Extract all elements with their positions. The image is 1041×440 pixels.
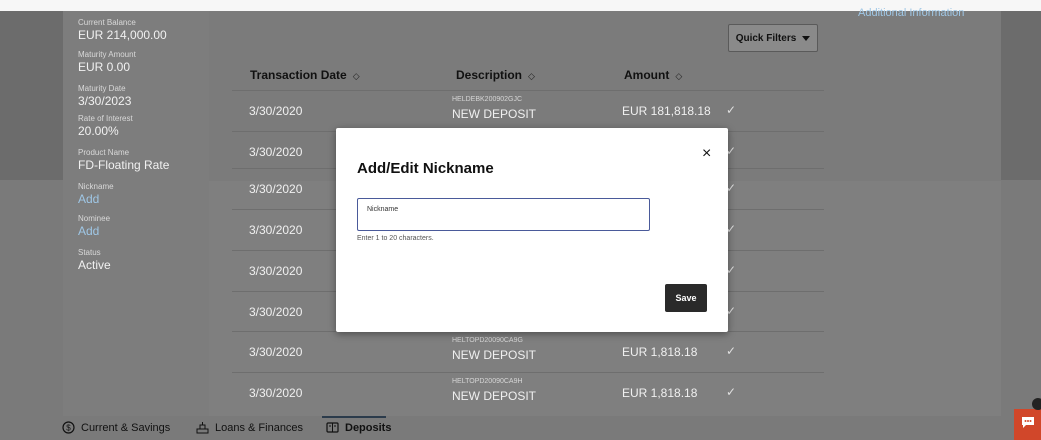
quick-filters-label: Quick Filters [735, 32, 797, 44]
summary-maturity-date: Maturity Date 3/30/2023 [78, 84, 131, 108]
cell-date: 3/30/2020 [249, 145, 303, 159]
cell-date: 3/30/2020 [249, 182, 303, 196]
cell-date: 3/30/2020 [249, 386, 303, 400]
header-label: Transaction Date [250, 68, 347, 82]
cell-date: 3/30/2020 [249, 345, 303, 359]
summary-label: Product Name [78, 148, 130, 157]
summary-rate-of-interest: Rate of Interest 20.00% [78, 114, 133, 138]
summary-label: Nickname [78, 182, 114, 191]
summary-status: Status Active [78, 248, 111, 272]
summary-value: Active [78, 258, 111, 272]
tab-loans-finances[interactable]: Loans & Finances [196, 421, 303, 434]
summary-value: 20.00% [78, 124, 119, 138]
nickname-input-placeholder: Nickname [367, 206, 399, 213]
table-row: 3/30/2020 HELTOPD20090CA9H NEW DEPOSIT E… [232, 372, 824, 412]
add-nominee-link[interactable]: Add [78, 224, 110, 238]
close-icon[interactable]: × [702, 146, 711, 162]
cell-description: NEW DEPOSIT [452, 389, 537, 403]
cell-date: 3/30/2020 [249, 264, 303, 278]
add-edit-nickname-dialog: Add/Edit Nickname × Nickname Enter 1 to … [336, 128, 728, 332]
summary-value: FD-Floating Rate [78, 158, 170, 172]
summary-current-balance: Current Balance EUR 214,000.00 [78, 18, 167, 42]
check-icon: ✓ [726, 103, 737, 117]
save-button[interactable]: Save [665, 284, 707, 312]
cell-date: 3/30/2020 [249, 223, 303, 237]
summary-label: Status [78, 248, 101, 257]
summary-label: Maturity Date [78, 84, 126, 93]
tab-label: Loans & Finances [215, 421, 304, 434]
tab-deposits[interactable]: Deposits [326, 421, 391, 434]
sort-icon: ◇ [675, 71, 683, 81]
quick-filters-button[interactable]: Quick Filters [728, 24, 818, 52]
summary-maturity-amount: Maturity Amount EUR 0.00 [78, 50, 136, 74]
caret-down-icon [802, 35, 811, 41]
table-row: 3/30/2020 HELTOPD20090CA9G NEW DEPOSIT E… [232, 331, 824, 371]
header-description[interactable]: Description ◇ [456, 68, 535, 82]
sort-icon: ◇ [528, 71, 535, 81]
summary-value: EUR 214,000.00 [78, 28, 167, 42]
cell-date: 3/30/2020 [249, 305, 303, 319]
active-tab-indicator [322, 416, 386, 418]
nickname-hint: Enter 1 to 20 characters. [357, 235, 434, 242]
summary-nickname: Nickname Add [78, 182, 114, 206]
tab-label: Current & Savings [81, 421, 171, 434]
sort-icon: ◇ [352, 71, 360, 81]
cell-description: NEW DEPOSIT [452, 348, 537, 362]
tab-label: Deposits [345, 421, 392, 434]
summary-label: Rate of Interest [78, 114, 133, 123]
table-row: 3/30/2020 HELDEBK200902GJC NEW DEPOSIT E… [232, 90, 824, 130]
cell-amount: EUR 181,818.18 [622, 104, 711, 118]
svg-text:$: $ [66, 423, 71, 432]
summary-label: Maturity Amount [78, 50, 136, 59]
summary-label: Current Balance [78, 18, 136, 27]
left-backdrop-lower [0, 180, 63, 440]
cell-reference: HELTOPD20090CA9G [452, 337, 523, 344]
cell-reference: HELTOPD20090CA9H [452, 378, 523, 385]
additional-information-link[interactable]: Additional Information [858, 7, 964, 19]
loans-icon [196, 421, 209, 434]
dialog-title: Add/Edit Nickname [357, 160, 494, 177]
notification-badge [1032, 398, 1041, 410]
add-nickname-link[interactable]: Add [78, 192, 114, 206]
cell-description: NEW DEPOSIT [452, 107, 537, 121]
nickname-input[interactable]: Nickname [357, 198, 650, 231]
chat-icon [1021, 416, 1035, 434]
header-label: Amount [624, 68, 670, 82]
currency-circle-icon: $ [62, 421, 75, 434]
chat-button[interactable] [1014, 409, 1041, 440]
header-amount[interactable]: Amount ◇ [624, 68, 682, 82]
summary-value: 3/30/2023 [78, 94, 132, 108]
cell-reference: HELDEBK200902GJC [452, 96, 523, 103]
summary-nominee: Nominee Add [78, 214, 110, 238]
deposits-icon [326, 421, 339, 434]
check-icon: ✓ [726, 344, 737, 358]
tab-current-savings[interactable]: $ Current & Savings [62, 421, 170, 434]
check-icon: ✓ [726, 385, 737, 399]
cell-date: 3/30/2020 [249, 104, 303, 118]
summary-product-name: Product Name FD-Floating Rate [78, 148, 169, 172]
cell-amount: EUR 1,818.18 [622, 345, 698, 359]
summary-value: EUR 0.00 [78, 60, 131, 74]
page: Current Balance EUR 214,000.00 Maturity … [0, 0, 1041, 440]
cell-amount: EUR 1,818.18 [622, 386, 698, 400]
summary-label: Nominee [78, 214, 111, 223]
header-transaction-date[interactable]: Transaction Date ◇ [250, 68, 360, 82]
header-label: Description [456, 68, 523, 82]
